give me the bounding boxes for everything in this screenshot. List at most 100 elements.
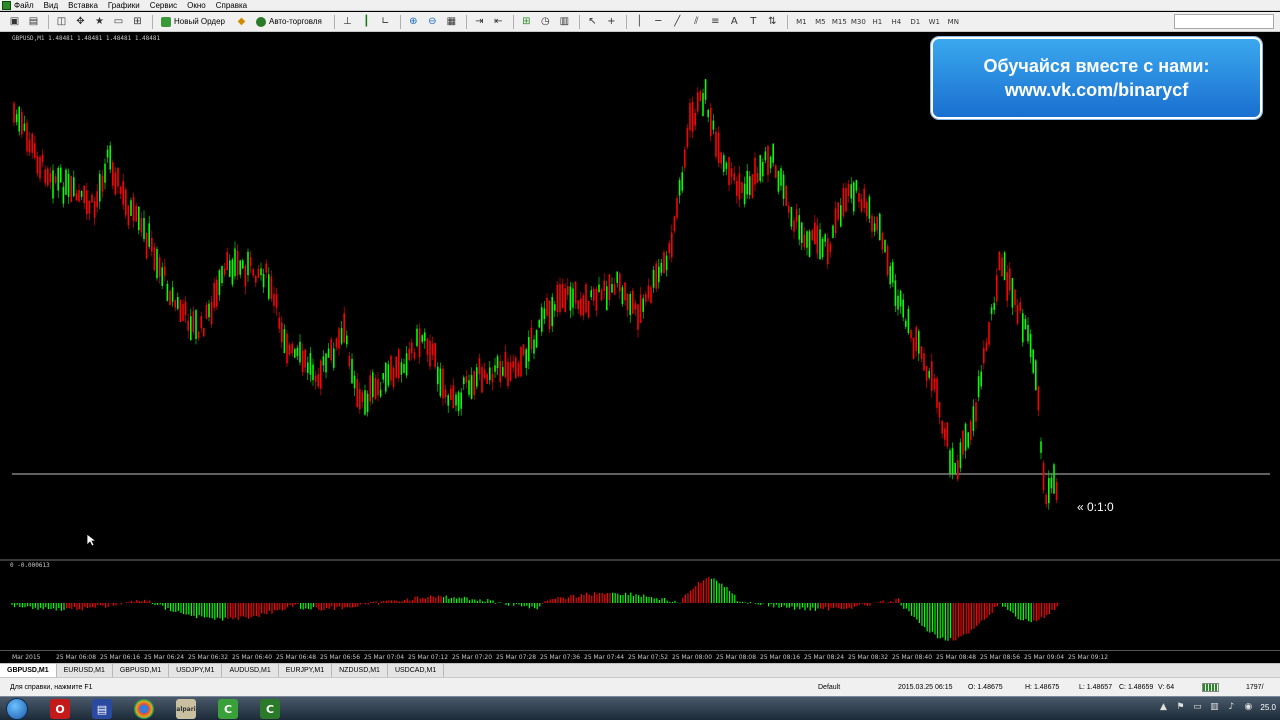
candle-body <box>273 293 275 306</box>
autotrade-button[interactable]: Авто-торговля <box>252 14 326 30</box>
menu-insert[interactable]: Вставка <box>68 0 98 11</box>
candle-body <box>468 380 470 395</box>
candlestick-icon[interactable]: ┃ <box>358 14 375 30</box>
zoom-in-icon[interactable]: ⊕ <box>405 14 422 30</box>
candle-body <box>60 167 62 183</box>
text-tool-icon[interactable]: A <box>726 14 743 30</box>
candle-body <box>130 200 132 216</box>
tab-audusd-m1[interactable]: AUDUSD,M1 <box>222 664 279 677</box>
candle-body <box>616 271 618 283</box>
tab-gbpusd-m1[interactable]: GBPUSD,M1 <box>0 664 57 677</box>
candle-body <box>593 288 595 301</box>
candle-body <box>702 93 704 117</box>
timeframe-m30[interactable]: M30 <box>849 18 868 26</box>
candle-body <box>533 339 535 354</box>
text-label-icon[interactable]: T <box>745 14 762 30</box>
menu-charts[interactable]: Графики <box>108 0 140 11</box>
candle-body <box>426 338 429 355</box>
tab-eurjpy-m1[interactable]: EURJPY,M1 <box>279 664 333 677</box>
file-explorer-icon[interactable]: ▤ <box>92 699 112 719</box>
indicators-icon[interactable]: ⊞ <box>518 14 535 30</box>
menu-view[interactable]: Вид <box>44 0 58 11</box>
profiles-icon[interactable]: ▤ <box>25 14 42 30</box>
cursor-tool-icon[interactable]: ↖ <box>584 14 601 30</box>
candle-body <box>431 343 434 356</box>
tray-app-icon[interactable]: ◉ <box>1242 701 1254 713</box>
tray-expand-icon[interactable]: ▲ <box>1157 701 1169 713</box>
data-window-icon[interactable]: ✥ <box>72 14 89 30</box>
app-icon[interactable]: alpari <box>176 699 196 719</box>
candle-body <box>652 269 655 288</box>
timeframe-m5[interactable]: M5 <box>811 18 830 26</box>
candle-body <box>1040 441 1042 453</box>
tray-flag-icon[interactable]: ⚑ <box>1174 701 1186 713</box>
menu-file[interactable]: Файл <box>14 0 34 11</box>
start-button-icon[interactable] <box>6 698 28 720</box>
menu-help[interactable]: Справка <box>216 0 247 11</box>
chrome-icon[interactable] <box>134 699 154 719</box>
candle-body <box>502 367 504 376</box>
timeframe-h4[interactable]: H4 <box>887 18 906 26</box>
timeframe-m15[interactable]: M15 <box>830 18 849 26</box>
terminal-icon[interactable]: ▭ <box>110 14 127 30</box>
tab-nzdusd-m1[interactable]: NZDUSD,M1 <box>332 664 388 677</box>
menu-tools[interactable]: Сервис <box>150 0 177 11</box>
periods-icon[interactable]: ◷ <box>537 14 554 30</box>
toolbar-search-box[interactable] <box>1174 14 1274 29</box>
candle-body <box>634 303 637 310</box>
toolbar-divider <box>512 14 514 29</box>
line-chart-icon[interactable]: ∟ <box>377 14 394 30</box>
new-order-button[interactable]: Новый Ордер <box>157 14 229 30</box>
candle-body <box>720 152 722 164</box>
bar-chart-icon[interactable]: ⊥ <box>339 14 356 30</box>
navigator-icon[interactable]: ★ <box>91 14 108 30</box>
tray-network-icon[interactable]: ▥ <box>1208 701 1220 713</box>
tile-windows-icon[interactable]: ▦ <box>443 14 460 30</box>
candle-body <box>379 389 382 397</box>
timeframe-w1[interactable]: W1 <box>925 18 944 26</box>
tray-volume-icon[interactable]: ♪ <box>1225 701 1237 713</box>
candle-body <box>574 281 577 304</box>
fibonacci-icon[interactable]: ≡ <box>707 14 724 30</box>
menu-window[interactable]: Окно <box>187 0 206 11</box>
candle-body <box>1014 289 1016 305</box>
candle-body <box>494 365 496 372</box>
timeframe-m1[interactable]: M1 <box>792 18 811 26</box>
candle-body <box>788 205 790 213</box>
status-profile[interactable]: Default <box>818 684 840 691</box>
arrows-icon[interactable]: ⇅ <box>764 14 781 30</box>
candle-body <box>1035 360 1037 391</box>
candle-body <box>275 294 278 308</box>
trendline-icon[interactable]: ╱ <box>669 14 686 30</box>
tab-usdcad-m1[interactable]: USDCAD,M1 <box>388 664 445 677</box>
timeframe-mn[interactable]: MN <box>944 18 963 26</box>
tab-usdjpy-m1[interactable]: USDJPY,M1 <box>169 664 223 677</box>
crosshair-icon[interactable]: + <box>603 14 620 30</box>
candle-body <box>509 362 512 381</box>
tab-eurusd-m1[interactable]: EURUSD,M1 <box>57 664 113 677</box>
zoom-out-icon[interactable]: ⊖ <box>424 14 441 30</box>
templates-icon[interactable]: ▥ <box>556 14 573 30</box>
recorder-icon[interactable]: C <box>260 699 280 719</box>
indicator-subwindow[interactable]: 0 -0.000613 <box>0 561 1280 650</box>
autoscroll-icon[interactable]: ⇥ <box>471 14 488 30</box>
tab-gbpusd-m1-2[interactable]: GBPUSD,M1 <box>113 664 170 677</box>
horizontal-line-icon[interactable]: ─ <box>650 14 667 30</box>
opera-icon[interactable]: O <box>50 699 70 719</box>
camtasia-icon[interactable]: C <box>218 699 238 719</box>
channel-icon[interactable]: ⫽ <box>688 14 705 30</box>
timeframe-h1[interactable]: H1 <box>868 18 887 26</box>
metaeditor-icon[interactable]: ◆ <box>233 14 250 30</box>
tray-clock[interactable]: 25.0 <box>1260 703 1276 712</box>
candle-body <box>697 92 699 112</box>
market-watch-icon[interactable]: ◫ <box>53 14 70 30</box>
tray-window-icon[interactable]: ▭ <box>1191 701 1203 713</box>
candle-body <box>1022 313 1024 343</box>
vertical-line-icon[interactable]: │ <box>631 14 648 30</box>
candle-body <box>543 308 546 319</box>
new-chart-icon[interactable]: ▣ <box>6 14 23 30</box>
timeframe-d1[interactable]: D1 <box>906 18 925 26</box>
chart-shift-icon[interactable]: ⇤ <box>490 14 507 30</box>
strategy-tester-icon[interactable]: ⊞ <box>129 14 146 30</box>
candle-body <box>416 328 418 347</box>
